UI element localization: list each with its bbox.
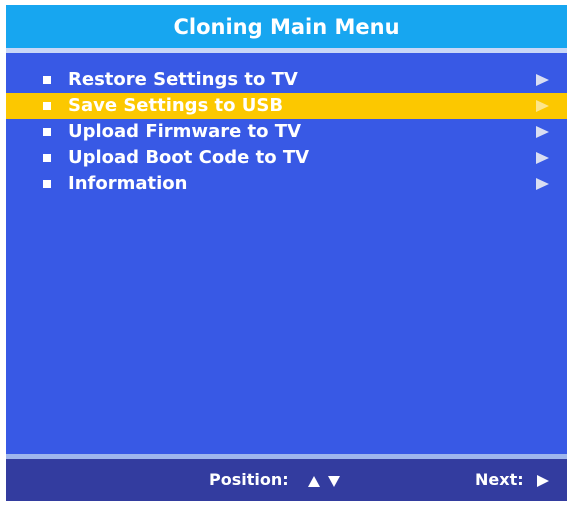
menu-item-label: Restore Settings to TV bbox=[68, 69, 298, 90]
arrow-right-icon bbox=[536, 178, 549, 190]
footer-bar: Position: Next: bbox=[6, 459, 567, 501]
arrow-right-icon bbox=[536, 126, 549, 138]
position-hint-label: Position: bbox=[209, 470, 289, 489]
menu-list: Restore Settings to TV Save Settings to … bbox=[6, 67, 567, 197]
bullet-icon bbox=[43, 154, 51, 162]
up-arrow-icon bbox=[308, 476, 320, 487]
bullet-icon bbox=[43, 76, 51, 84]
menu-item-label: Save Settings to USB bbox=[68, 95, 284, 116]
bullet-icon bbox=[43, 102, 51, 110]
down-arrow-icon bbox=[328, 476, 340, 487]
menu-item-save-settings[interactable]: Save Settings to USB bbox=[6, 93, 567, 119]
title-divider bbox=[6, 48, 567, 53]
menu-item-information[interactable]: Information bbox=[6, 171, 567, 197]
menu-item-label: Information bbox=[68, 173, 188, 194]
menu-item-upload-firmware[interactable]: Upload Firmware to TV bbox=[6, 119, 567, 145]
title-bar: Cloning Main Menu bbox=[6, 5, 567, 48]
arrow-right-icon bbox=[536, 100, 549, 112]
tv-menu-screen: Cloning Main Menu Restore Settings to TV… bbox=[6, 5, 567, 501]
right-arrow-icon bbox=[537, 475, 549, 487]
bullet-icon bbox=[43, 180, 51, 188]
menu-title: Cloning Main Menu bbox=[173, 14, 400, 39]
menu-item-upload-boot-code[interactable]: Upload Boot Code to TV bbox=[6, 145, 567, 171]
arrow-right-icon bbox=[536, 74, 549, 86]
menu-item-label: Upload Firmware to TV bbox=[68, 121, 302, 142]
menu-item-restore-settings[interactable]: Restore Settings to TV bbox=[6, 67, 567, 93]
bullet-icon bbox=[43, 128, 51, 136]
menu-item-label: Upload Boot Code to TV bbox=[68, 147, 310, 168]
arrow-right-icon bbox=[536, 152, 549, 164]
next-hint-label: Next: bbox=[475, 470, 524, 489]
